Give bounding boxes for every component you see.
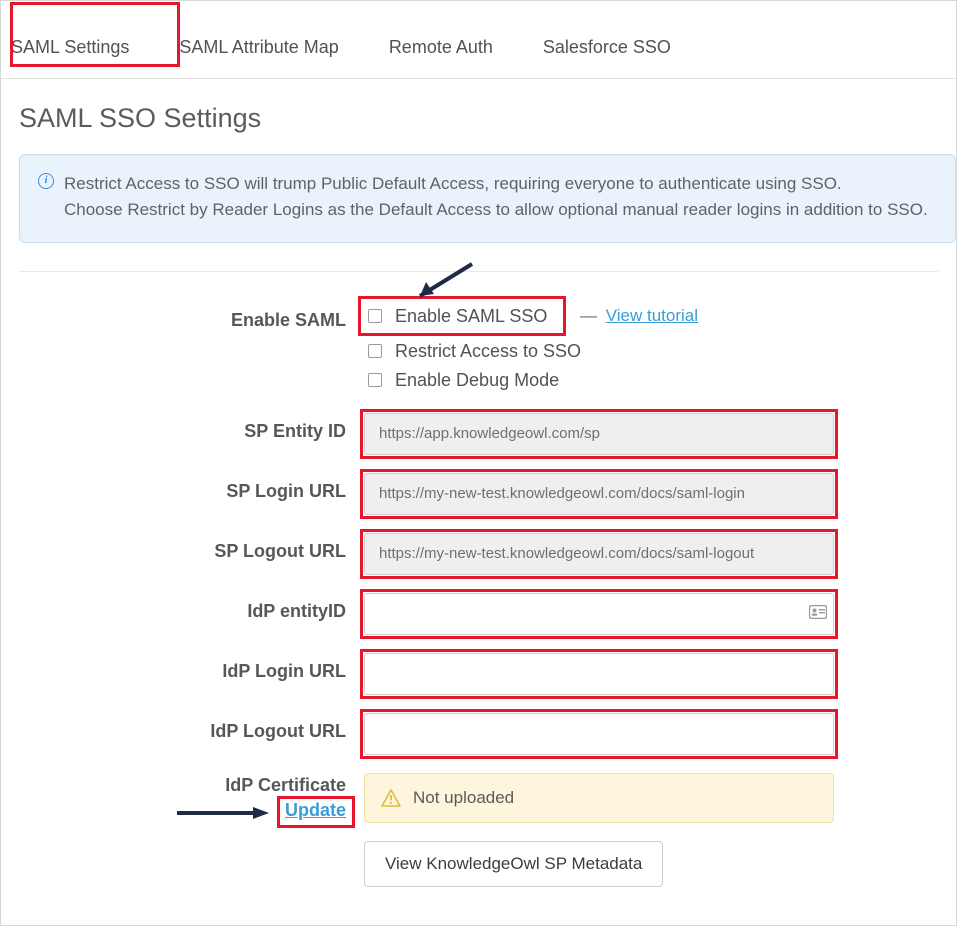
label-sp-entity-id: SP Entity ID (19, 413, 364, 442)
label-idp-certificate: IdP Certificate (19, 775, 346, 796)
annotation-arrow (408, 260, 478, 304)
checkbox-enable-saml-sso[interactable] (368, 309, 382, 323)
separator-dash: — (580, 306, 597, 325)
checkbox-label-enable-debug: Enable Debug Mode (395, 370, 559, 391)
info-text-line1: Restrict Access to SSO will trump Public… (64, 171, 935, 197)
info-icon: i (38, 173, 54, 189)
warning-icon (381, 789, 401, 807)
view-sp-metadata-button[interactable]: View KnowledgeOwl SP Metadata (364, 841, 663, 887)
label-sp-logout-url: SP Logout URL (19, 533, 364, 562)
input-sp-logout-url[interactable] (364, 533, 834, 575)
certificate-status-alert: Not uploaded (364, 773, 834, 823)
label-enable-saml: Enable SAML (19, 302, 364, 331)
info-banner: i Restrict Access to SSO will trump Publ… (19, 154, 956, 243)
label-idp-logout-url: IdP Logout URL (19, 713, 364, 742)
label-sp-login-url: SP Login URL (19, 473, 364, 502)
link-update-certificate[interactable]: Update (285, 800, 346, 820)
link-view-tutorial[interactable]: View tutorial (606, 306, 698, 325)
page-title: SAML SSO Settings (19, 103, 956, 134)
input-idp-login-url[interactable] (364, 653, 834, 695)
certificate-status-text: Not uploaded (413, 788, 514, 808)
label-idp-login-url: IdP Login URL (19, 653, 364, 682)
tab-bar: SAML Settings SAML Attribute Map Remote … (1, 21, 956, 79)
input-idp-entity-id[interactable] (364, 593, 834, 635)
annotation-arrow (171, 803, 271, 823)
id-card-icon (809, 604, 827, 624)
checkbox-label-enable-saml-sso: Enable SAML SSO (395, 306, 547, 327)
divider (19, 271, 938, 272)
checkbox-label-restrict-access: Restrict Access to SSO (395, 341, 581, 362)
tab-saml-attribute-map[interactable]: SAML Attribute Map (169, 35, 348, 60)
input-idp-logout-url[interactable] (364, 713, 834, 755)
tab-salesforce-sso[interactable]: Salesforce SSO (533, 35, 681, 60)
input-sp-entity-id[interactable] (364, 413, 834, 455)
input-sp-login-url[interactable] (364, 473, 834, 515)
checkbox-enable-debug[interactable] (368, 373, 382, 387)
tab-remote-auth[interactable]: Remote Auth (379, 35, 503, 60)
checkbox-restrict-access[interactable] (368, 344, 382, 358)
tab-saml-settings[interactable]: SAML Settings (1, 35, 139, 60)
label-idp-entity-id: IdP entityID (19, 593, 364, 622)
info-text-line2: Choose Restrict by Reader Logins as the … (64, 197, 935, 223)
